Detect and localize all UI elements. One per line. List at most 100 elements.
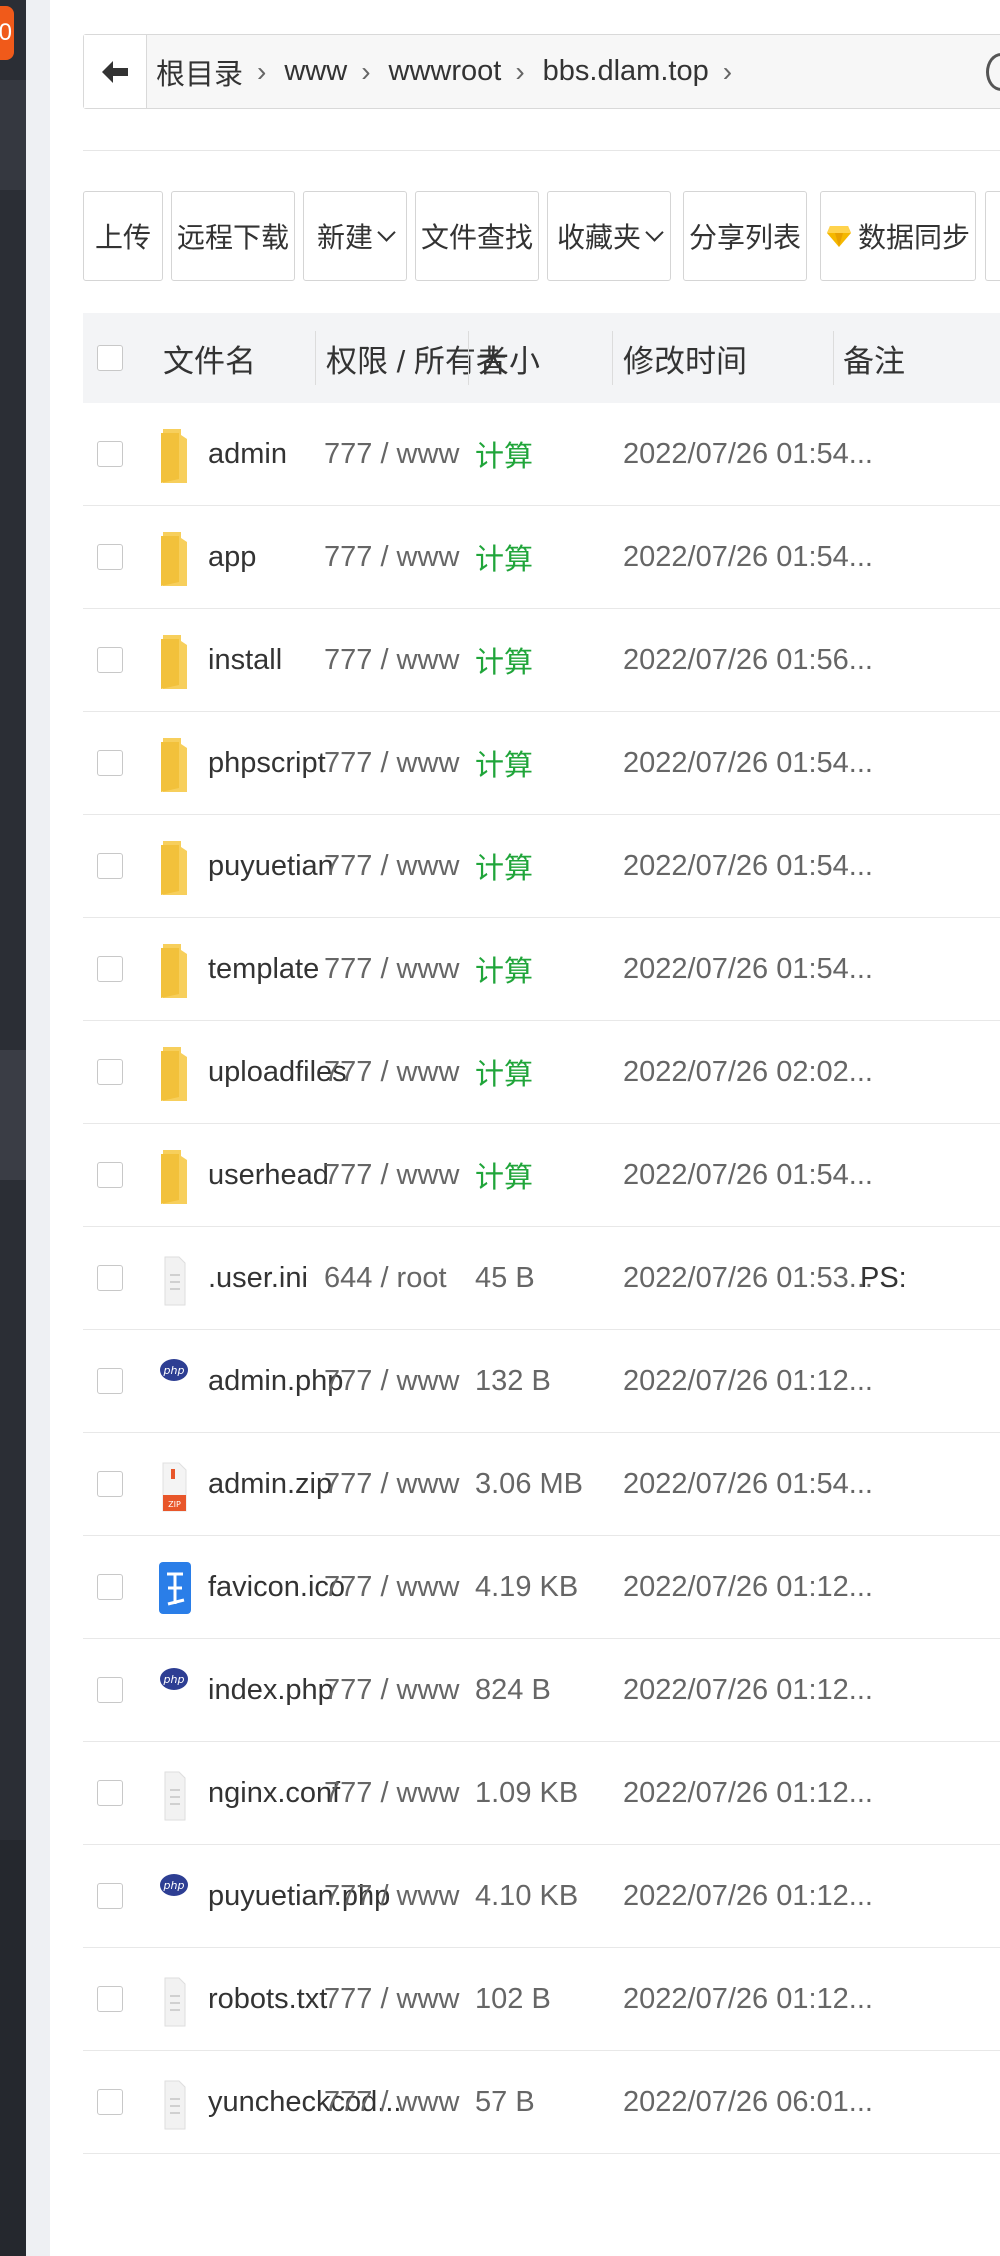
table-row[interactable]: robots.txt 777 / www 102 B 2022/07/26 01… — [83, 1948, 1000, 2051]
select-all-checkbox[interactable] — [97, 345, 123, 371]
file-search-button[interactable]: 文件查找 — [415, 191, 539, 281]
row-checkbox[interactable] — [97, 544, 123, 570]
file-size[interactable]: 计算 — [475, 815, 533, 917]
data-sync-button[interactable]: 数据同步 — [820, 191, 976, 281]
row-checkbox[interactable] — [97, 1265, 123, 1291]
file-name[interactable]: nginx.conf — [208, 1742, 340, 1844]
new-dropdown-button[interactable]: 新建 — [303, 191, 407, 281]
row-checkbox[interactable] — [97, 1368, 123, 1394]
file-size[interactable]: 计算 — [475, 918, 533, 1020]
file-permission[interactable]: 777 / www — [324, 403, 459, 505]
table-row[interactable]: template 777 / www 计算 2022/07/26 01:54..… — [83, 918, 1000, 1021]
file-name[interactable]: install — [208, 609, 282, 711]
table-row[interactable]: .user.ini 644 / root 45 B 2022/07/26 01:… — [83, 1227, 1000, 1330]
file-permission[interactable]: 777 / www — [324, 1948, 459, 2050]
file-size[interactable]: 计算 — [475, 609, 533, 711]
file-permission[interactable]: 777 / www — [324, 918, 459, 1020]
column-header-filename[interactable]: 文件名 — [163, 313, 256, 403]
breadcrumb-item-site[interactable]: bbs.dlam.top — [543, 55, 709, 88]
row-checkbox[interactable] — [97, 1471, 123, 1497]
file-permission[interactable]: 777 / www — [324, 1433, 459, 1535]
row-checkbox[interactable] — [97, 1574, 123, 1600]
breadcrumb-item-wwwroot[interactable]: wwwroot — [389, 55, 502, 88]
table-row[interactable]: favicon.ico 777 / www 4.19 KB 2022/07/26… — [83, 1536, 1000, 1639]
file-permission[interactable]: 777 / www — [324, 1021, 459, 1123]
file-name[interactable]: userhead — [208, 1124, 329, 1226]
upload-button[interactable]: 上传 — [83, 191, 163, 281]
favorites-dropdown-button[interactable]: 收藏夹 — [547, 191, 671, 281]
row-checkbox[interactable] — [97, 2089, 123, 2115]
row-checkbox[interactable] — [97, 1986, 123, 2012]
file-permission[interactable]: 777 / www — [324, 712, 459, 814]
more-button[interactable] — [985, 191, 1000, 281]
file-name[interactable]: admin — [208, 403, 287, 505]
file-name[interactable]: app — [208, 506, 256, 608]
sidebar-segment[interactable] — [0, 1050, 26, 1180]
breadcrumb-item-root[interactable]: 根目录 — [156, 51, 243, 93]
table-row[interactable]: php admin.php 777 / www 132 B 2022/07/26… — [83, 1330, 1000, 1433]
table-row[interactable]: userhead 777 / www 计算 2022/07/26 01:54..… — [83, 1124, 1000, 1227]
file-name[interactable]: .user.ini — [208, 1227, 308, 1329]
row-checkbox[interactable] — [97, 1780, 123, 1806]
file-permission[interactable]: 777 / www — [324, 506, 459, 608]
remote-download-button[interactable]: 远程下载 — [171, 191, 295, 281]
back-arrow-icon — [102, 60, 128, 83]
table-row[interactable]: yuncheckcod... 777 / www 57 B 2022/07/26… — [83, 2051, 1000, 2154]
file-permission[interactable]: 777 / www — [324, 609, 459, 711]
table-row[interactable]: uploadfiles 777 / www 计算 2022/07/26 02:0… — [83, 1021, 1000, 1124]
row-checkbox[interactable] — [97, 750, 123, 776]
back-button[interactable] — [84, 35, 147, 108]
search-icon[interactable] — [986, 53, 1000, 91]
table-row[interactable]: phpscript 777 / www 计算 2022/07/26 01:54.… — [83, 712, 1000, 815]
share-list-button[interactable]: 分享列表 — [683, 191, 807, 281]
row-checkbox[interactable] — [97, 1883, 123, 1909]
file-name[interactable]: template — [208, 918, 319, 1020]
table-row[interactable]: app 777 / www 计算 2022/07/26 01:54... — [83, 506, 1000, 609]
table-row[interactable]: puyuetian 777 / www 计算 2022/07/26 01:54.… — [83, 815, 1000, 918]
breadcrumb-item-www[interactable]: www — [284, 55, 347, 88]
file-size[interactable]: 计算 — [475, 403, 533, 505]
file-note[interactable]: PS: — [860, 1227, 907, 1329]
svg-text:php: php — [163, 1879, 185, 1892]
upload-button-label: 上传 — [94, 222, 151, 253]
row-checkbox[interactable] — [97, 853, 123, 879]
table-row[interactable]: php puyuetian.php 777 / www 4.10 KB 2022… — [83, 1845, 1000, 1948]
table-row[interactable]: php index.php 777 / www 824 B 2022/07/26… — [83, 1639, 1000, 1742]
file-name[interactable]: phpscript — [208, 712, 326, 814]
folder-icon — [159, 1148, 189, 1206]
file-size[interactable]: 计算 — [475, 1124, 533, 1226]
file-permission[interactable]: 777 / www — [324, 2051, 459, 2153]
table-row[interactable]: ZIP admin.zip 777 / www 3.06 MB 2022/07/… — [83, 1433, 1000, 1536]
folder-icon — [159, 1045, 189, 1103]
file-permission[interactable]: 777 / www — [324, 1536, 459, 1638]
file-mtime: 2022/07/26 01:56... — [623, 643, 873, 676]
file-permission[interactable]: 777 / www — [324, 815, 459, 917]
file-name[interactable]: index.php — [208, 1639, 334, 1741]
file-size[interactable]: 计算 — [475, 506, 533, 608]
row-checkbox[interactable] — [97, 956, 123, 982]
file-permission[interactable]: 644 / root — [324, 1227, 447, 1329]
file-name[interactable]: admin.zip — [208, 1433, 332, 1535]
table-row[interactable]: nginx.conf 777 / www 1.09 KB 2022/07/26 … — [83, 1742, 1000, 1845]
notification-badge[interactable]: 0 — [0, 6, 14, 60]
row-checkbox[interactable] — [97, 647, 123, 673]
breadcrumb-separator: › — [257, 55, 267, 87]
file-name[interactable]: puyuetian — [208, 815, 334, 917]
row-checkbox[interactable] — [97, 441, 123, 467]
row-checkbox[interactable] — [97, 1059, 123, 1085]
sidebar-segment[interactable] — [0, 80, 26, 190]
column-header-mtime[interactable]: 修改时间 — [623, 313, 747, 403]
file-permission[interactable]: 777 / www — [324, 1330, 459, 1432]
column-header-size[interactable]: 大小 — [478, 313, 540, 403]
table-row[interactable]: admin 777 / www 计算 2022/07/26 01:54... — [83, 403, 1000, 506]
file-size[interactable]: 计算 — [475, 712, 533, 814]
file-permission[interactable]: 777 / www — [324, 1639, 459, 1741]
file-name[interactable]: robots.txt — [208, 1948, 327, 2050]
table-row[interactable]: install 777 / www 计算 2022/07/26 01:56... — [83, 609, 1000, 712]
file-size[interactable]: 计算 — [475, 1021, 533, 1123]
file-permission[interactable]: 777 / www — [324, 1742, 459, 1844]
row-checkbox[interactable] — [97, 1162, 123, 1188]
file-permission[interactable]: 777 / www — [324, 1124, 459, 1226]
file-permission[interactable]: 777 / www — [324, 1845, 459, 1947]
row-checkbox[interactable] — [97, 1677, 123, 1703]
